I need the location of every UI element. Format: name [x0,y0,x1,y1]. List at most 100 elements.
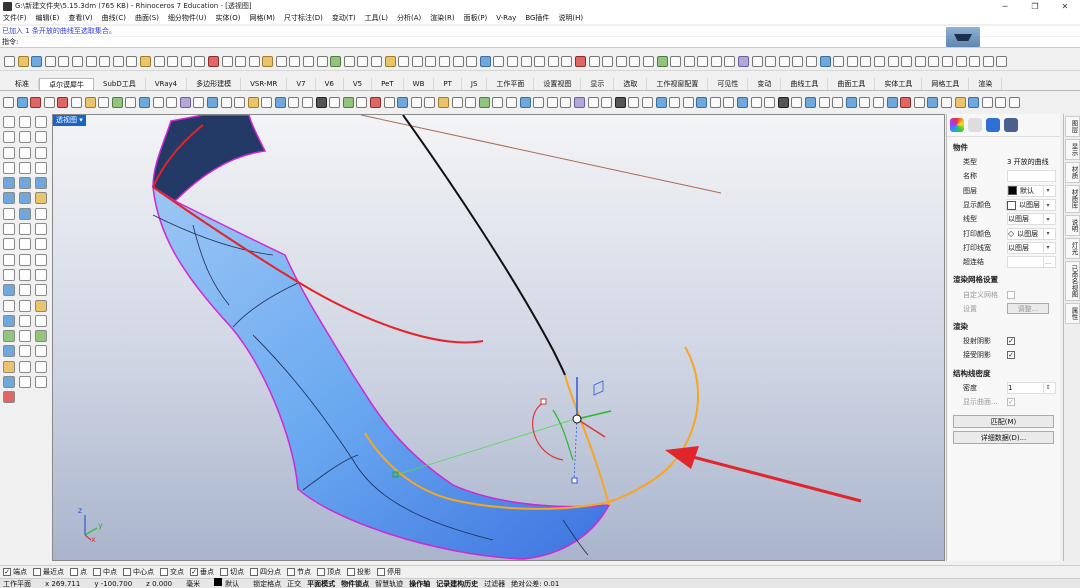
tool-icon-45[interactable] [602,56,614,67]
tab-select[interactable]: 选取 [614,78,648,90]
texture-mapping-tab-icon[interactable] [986,118,1000,132]
open-file-icon[interactable] [17,56,29,67]
tool-icon-r38[interactable] [505,96,517,108]
menu-panels[interactable]: 面板(P) [464,13,488,23]
polygon-icon[interactable] [3,161,15,174]
render-icon[interactable] [357,56,369,67]
tool-icon-63[interactable] [846,56,858,67]
undo-icon[interactable] [112,56,124,67]
tool-icon-r39[interactable] [519,96,531,108]
tab-pet[interactable]: PeT [372,78,404,90]
layer-select[interactable]: 默认 ▾ [1007,184,1056,197]
show-surface-checkbox[interactable]: ✓ [1007,398,1015,406]
tool-icon-57[interactable] [765,56,777,67]
tool-icon-r28[interactable] [370,96,382,108]
cut-icon[interactable] [71,56,83,67]
cage-icon[interactable] [19,330,31,343]
tool-icon-r13[interactable] [166,96,178,108]
tool-icon-64[interactable] [860,56,872,67]
tab-pt[interactable]: PT [434,78,462,90]
osnap-checkbox[interactable]: ✓ [3,567,11,576]
viewport-title[interactable]: 透视图 ▾ [53,115,86,126]
mail-plugin-icon[interactable] [3,391,15,404]
command-prompt[interactable]: 指令: [0,27,1080,48]
tool-icon-r36[interactable] [478,96,490,108]
gumball-blue-scale-handle[interactable] [571,477,578,484]
tool-icon-40[interactable] [534,56,546,67]
zoom-extents-icon[interactable] [194,56,206,67]
tool-icon-r21[interactable] [274,96,286,108]
osnap-midpoint[interactable]: 中点 [93,567,117,577]
osnap-vertex[interactable]: 顶点 [317,567,341,577]
menu-view[interactable]: 查看(V) [68,13,92,23]
osnap-checkbox[interactable] [160,567,168,576]
gumball-center[interactable] [572,414,582,424]
sphere-icon[interactable] [19,177,31,190]
print-width-select[interactable]: 以图层 ▾ [1007,241,1056,254]
tool-icon-r71[interactable] [954,96,966,108]
tab-mesh-tools[interactable]: 网格工具 [922,78,970,90]
osnap-near[interactable]: 最近点 [33,567,64,577]
tool-icon-r73[interactable] [981,96,993,108]
tool-icon-r68[interactable] [913,96,925,108]
match-button[interactable]: 匹配(M) [953,415,1054,429]
line-icon[interactable] [3,131,15,144]
tool-icon-49[interactable] [656,56,668,67]
planar-toggle[interactable]: 平面模式 [307,579,335,588]
object-properties-icon[interactable] [330,56,342,67]
object-properties-tab-icon[interactable] [950,118,964,132]
close-button[interactable]: ✕ [1050,0,1080,12]
gumball-plane-icon[interactable] [593,380,604,396]
clipping-icon[interactable] [35,345,47,358]
check-icon[interactable] [3,299,15,312]
tool-icon-53[interactable] [710,56,722,67]
tool-icon-54[interactable] [724,56,736,67]
name-input[interactable] [1007,170,1056,183]
flow-icon[interactable] [19,314,31,327]
menu-file[interactable]: 文件(F) [3,13,27,23]
tab-set-view[interactable]: 设置视图 [534,78,582,90]
tool-icon-r59[interactable] [791,96,803,108]
gumball-icon[interactable] [3,330,15,343]
pin-icon[interactable] [3,376,15,389]
tool-icon-r61[interactable] [818,96,830,108]
osnap-checkbox[interactable] [347,567,355,576]
tab-v5[interactable]: V5 [344,78,373,90]
layout-icon[interactable] [3,345,15,358]
tool-icon-52[interactable] [697,56,709,67]
tool-icon-r12[interactable] [152,96,164,108]
linetype-select[interactable]: 以图层 ▾ [1007,213,1056,226]
pan-icon[interactable] [139,56,151,67]
tool-icon-r70[interactable] [940,96,952,108]
tab-solid-tools[interactable]: 实体工具 [875,78,923,90]
match-properties-icon[interactable] [343,56,355,67]
tool-icon-56[interactable] [751,56,763,67]
project-icon[interactable] [19,299,31,312]
tool-icon-50[interactable] [670,56,682,67]
tool-icon-r55[interactable] [737,96,749,108]
tool-icon-38[interactable] [506,56,518,67]
point-icon[interactable] [19,116,31,128]
extrude-icon[interactable] [19,192,31,205]
material-tab-icon[interactable] [968,118,982,132]
osnap-checkbox[interactable] [70,567,78,576]
tool-icon-r7[interactable] [84,96,96,108]
osnap-checkbox[interactable] [317,567,325,576]
osnap-checkbox[interactable] [93,567,101,576]
menu-render[interactable]: 渲染(R) [430,13,454,23]
tool-icon-r42[interactable] [560,96,572,108]
gumball-x-axis[interactable] [576,418,606,438]
tool-icon-r29[interactable] [383,96,395,108]
display-color-select[interactable]: 以图层 ▾ [1006,199,1056,212]
menu-vray[interactable]: V-Ray [496,14,516,22]
fillet-curve-icon[interactable] [19,161,31,174]
minimize-button[interactable]: ─ [990,0,1020,12]
tool-icon-61[interactable] [819,56,831,67]
osnap-checkbox[interactable] [287,567,295,576]
tool-icon-r66[interactable] [886,96,898,108]
lock-icon[interactable] [303,56,315,67]
tab-js[interactable]: JS [462,78,488,90]
tool-icon-r43[interactable] [573,96,585,108]
join-icon[interactable] [35,223,47,236]
tool-icon-r40[interactable] [533,96,545,108]
